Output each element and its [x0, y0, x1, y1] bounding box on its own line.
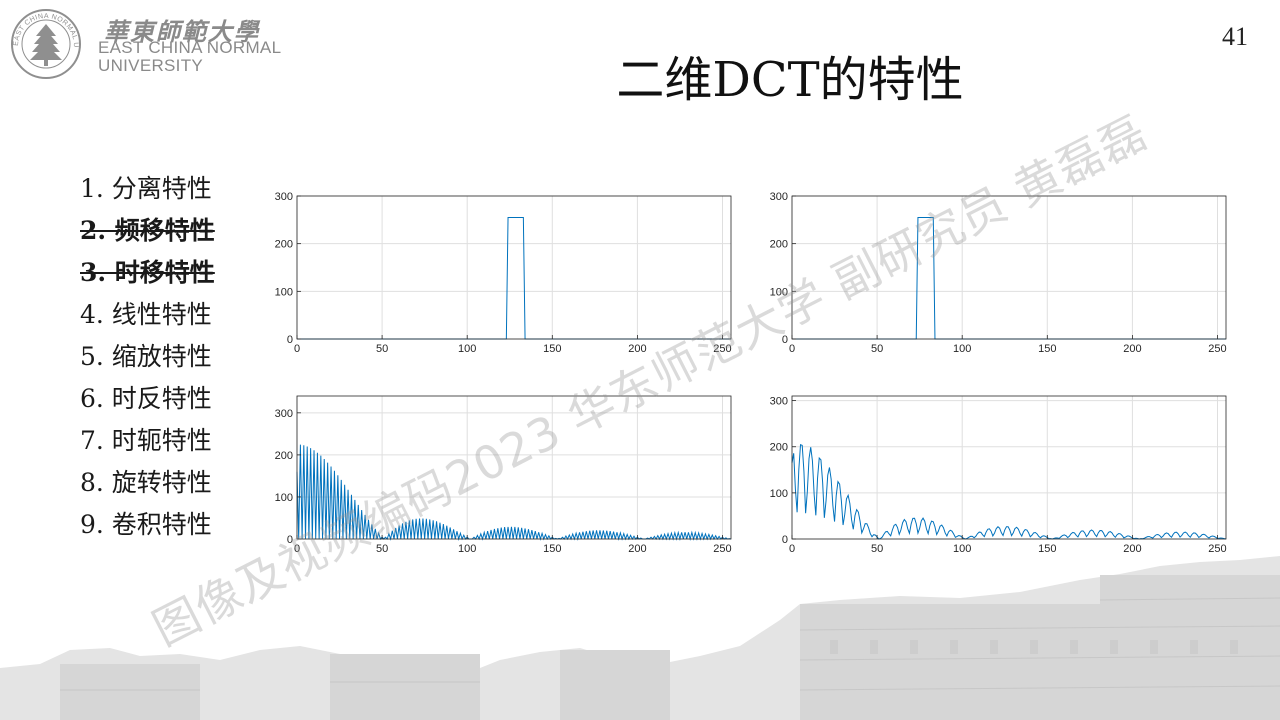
- x-tick-label: 150: [1038, 543, 1056, 555]
- property-item: 8. 旋转特性: [80, 468, 212, 497]
- university-logo: EAST CHINA NORMAL UNIVERSITY 華東師範大學 EAST…: [8, 6, 298, 80]
- x-tick-label: 50: [376, 543, 388, 555]
- x-tick-label: 0: [294, 343, 300, 355]
- y-tick-label: 0: [287, 334, 293, 346]
- x-tick-label: 250: [1208, 343, 1226, 355]
- x-tick-label: 200: [1123, 543, 1141, 555]
- x-tick-label: 150: [1038, 343, 1056, 355]
- plot-area: [792, 196, 1226, 339]
- plot-area: [792, 396, 1226, 539]
- y-tick-label: 0: [782, 334, 788, 346]
- university-seal-icon: EAST CHINA NORMAL UNIVERSITY: [8, 6, 81, 79]
- x-tick-label: 50: [871, 543, 883, 555]
- plot-bottom-right: 0 50 100 150 200 250 0 100 200 300: [755, 388, 1235, 563]
- x-tick-label: 100: [953, 543, 971, 555]
- plot-top-right: 0 50 100 150 200 250 0 100 200 300: [755, 188, 1235, 363]
- y-tick-label: 0: [782, 534, 788, 546]
- property-item: 7. 时轭特性: [80, 426, 212, 455]
- x-tick-label: 100: [953, 343, 971, 355]
- logo-english-line-2: UNIVERSITY: [98, 56, 204, 75]
- property-list: 1. 分离特性 2. 频移特性 3. 时移特性 4. 线性特性 5. 缩放特性 6. 时反…: [80, 168, 215, 546]
- x-tick-label: 250: [713, 343, 731, 355]
- x-tick-label: 100: [458, 343, 476, 355]
- x-tick-label: 0: [789, 343, 795, 355]
- x-tick-label: 250: [1208, 543, 1226, 555]
- y-tick-label: 100: [770, 488, 788, 500]
- slide: EAST CHINA NORMAL UNIVERSITY 華東師範大學 EAST…: [0, 0, 1280, 720]
- y-tick-label: 200: [275, 239, 293, 251]
- y-tick-label: 100: [770, 286, 788, 298]
- y-tick-label: 200: [770, 239, 788, 251]
- property-item: 2. 频移特性: [80, 216, 215, 245]
- logo-english-line-1: EAST CHINA NORMAL: [98, 38, 282, 57]
- x-tick-label: 200: [628, 343, 646, 355]
- x-tick-label: 50: [871, 343, 883, 355]
- y-tick-label: 300: [770, 396, 788, 408]
- plot-bottom-right-svg: 0 50 100 150 200 250 0 100 200 300: [770, 395, 1227, 555]
- y-tick-label: 200: [275, 450, 293, 462]
- property-item: 9. 卷积特性: [80, 510, 212, 539]
- plot-top-left-svg: 0 50 100 150 200 250 0 100 200 300: [275, 191, 732, 355]
- y-tick-label: 100: [275, 492, 293, 504]
- property-item: 4. 线性特性: [80, 300, 212, 329]
- property-item: 1. 分离特性: [80, 174, 212, 203]
- property-item: 3. 时移特性: [80, 258, 215, 287]
- x-tick-label: 200: [628, 543, 646, 555]
- property-item: 5. 缩放特性: [80, 342, 212, 371]
- property-item: 6. 时反特性: [80, 384, 212, 413]
- x-tick-label: 200: [1123, 343, 1141, 355]
- y-tick-label: 0: [287, 534, 293, 546]
- y-tick-label: 200: [770, 442, 788, 454]
- x-tick-label: 150: [543, 543, 561, 555]
- x-tick-label: 50: [376, 343, 388, 355]
- x-tick-label: 250: [713, 543, 731, 555]
- y-tick-label: 300: [770, 191, 788, 203]
- plot-top-left: 0 50 100 150 200 250 0 100 200 300: [260, 188, 740, 363]
- slide-title: 二维DCT的特性: [616, 52, 964, 108]
- y-tick-label: 300: [275, 408, 293, 420]
- y-tick-label: 100: [275, 286, 293, 298]
- x-tick-label: 100: [458, 543, 476, 555]
- y-tick-label: 300: [275, 191, 293, 203]
- plot-top-right-svg: 0 50 100 150 200 250 0 100 200 300: [770, 191, 1227, 355]
- plot-bottom-left-svg: 0 50 100 150 200 250 0 100 200 300: [275, 395, 732, 555]
- page-number: 41: [1222, 22, 1248, 51]
- plot-bottom-left: 0 50 100 150 200 250 0 100 200 300: [260, 388, 740, 563]
- x-tick-label: 0: [789, 543, 795, 555]
- x-tick-label: 150: [543, 343, 561, 355]
- x-tick-label: 0: [294, 543, 300, 555]
